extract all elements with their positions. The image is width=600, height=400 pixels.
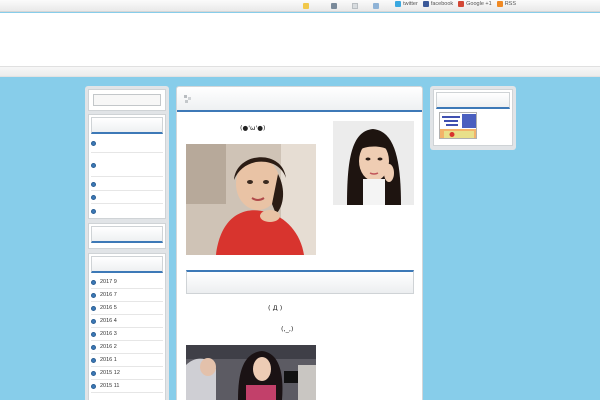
archive-label: 2016 5 xyxy=(100,305,117,311)
facebook-link[interactable]: facebook xyxy=(422,1,454,7)
archive-label: 2015 11 xyxy=(100,383,120,389)
archive-item[interactable]: 2016 3 xyxy=(91,328,163,341)
bullet-icon xyxy=(91,318,96,324)
facebook-label: facebook xyxy=(430,1,454,7)
emoticon-text: (●'ω'●) xyxy=(240,124,266,132)
right-sidebar xyxy=(430,86,516,150)
search-widget xyxy=(88,89,166,111)
archive-item[interactable]: 2017 9 xyxy=(91,276,163,289)
left-sidebar: 2017 9 2016 7 2016 5 2016 4 2016 3 2016 … xyxy=(85,86,169,400)
ranking-widget xyxy=(433,89,513,146)
bullet-icon xyxy=(91,357,96,363)
post-icon xyxy=(184,95,192,103)
comments-title xyxy=(91,226,163,243)
archive-item[interactable]: 2016 1 xyxy=(91,354,163,367)
emoticon-text: ( Д ) xyxy=(268,304,283,312)
post-photo-1[interactable] xyxy=(186,144,316,255)
recent-post-item[interactable] xyxy=(91,155,163,177)
ranking-title xyxy=(436,92,510,109)
top-toolbar: twitter facebook Google +1 RSS xyxy=(0,0,600,12)
archive-label: 2016 3 xyxy=(100,331,117,337)
archive-label: 2016 7 xyxy=(100,292,117,298)
archive-label: 2017 9 xyxy=(100,279,117,285)
bullet-icon xyxy=(91,181,96,187)
archive-label: 2016 4 xyxy=(100,318,117,324)
archive-item[interactable]: 2016 5 xyxy=(91,302,163,315)
recent-post-item[interactable] xyxy=(91,205,163,217)
page-icon[interactable] xyxy=(352,3,358,9)
google-plus-link[interactable]: Google +1 xyxy=(458,1,492,7)
bullet-icon xyxy=(91,163,96,168)
recent-post-item[interactable] xyxy=(91,135,163,153)
archive-item[interactable]: 2016 2 xyxy=(91,341,163,354)
emoticon-text: (,_,) xyxy=(281,325,294,333)
recent-posts-title xyxy=(91,117,163,134)
twitter-link[interactable]: twitter xyxy=(395,1,418,7)
post-title-bar xyxy=(177,87,422,112)
header-nav-strip xyxy=(0,66,600,76)
rss-label: RSS xyxy=(504,1,516,7)
facebook-icon xyxy=(422,1,429,7)
twitter-icon xyxy=(395,1,402,7)
bullet-icon xyxy=(91,305,96,311)
section-heading-bar xyxy=(186,270,414,294)
post-photo-3[interactable] xyxy=(186,345,316,400)
bullet-icon xyxy=(91,279,96,285)
recent-post-item[interactable] xyxy=(91,178,163,191)
archive-item[interactable]: 2016 7 xyxy=(91,289,163,302)
google-plus-icon xyxy=(458,1,465,7)
archive-item[interactable]: 2015 11 xyxy=(91,380,163,393)
archive-label: 2016 2 xyxy=(100,344,117,350)
archives-widget: 2017 9 2016 7 2016 5 2016 4 2016 3 2016 … xyxy=(88,253,166,400)
rss-link[interactable]: RSS xyxy=(496,1,516,7)
comments-widget xyxy=(88,223,166,249)
bullet-icon xyxy=(91,141,96,146)
archive-label: 2016 1 xyxy=(100,357,117,363)
bullet-icon xyxy=(91,344,96,350)
social-links: twitter facebook Google +1 RSS xyxy=(395,1,516,7)
user-icon[interactable] xyxy=(331,3,337,9)
archives-title xyxy=(91,256,163,273)
archive-item[interactable]: 2016 4 xyxy=(91,315,163,328)
rss-icon xyxy=(496,1,503,7)
bullet-icon xyxy=(91,331,96,337)
google-plus-label: Google +1 xyxy=(466,1,492,7)
recent-post-item[interactable] xyxy=(91,192,163,204)
search-input[interactable] xyxy=(93,94,161,106)
bullet-icon xyxy=(91,195,96,200)
bullet-icon xyxy=(91,208,96,214)
image-icon[interactable] xyxy=(373,3,379,9)
ranking-banner[interactable] xyxy=(439,112,477,139)
archive-item[interactable]: 2015 12 xyxy=(91,367,163,380)
bullet-icon xyxy=(91,383,96,389)
bullet-icon xyxy=(91,370,96,376)
pencil-icon[interactable] xyxy=(303,3,309,9)
twitter-label: twitter xyxy=(403,1,418,7)
archive-label: 2015 12 xyxy=(100,370,120,376)
bullet-icon xyxy=(91,292,96,298)
recent-posts-widget xyxy=(88,114,166,219)
post-photo-2[interactable] xyxy=(333,121,414,205)
